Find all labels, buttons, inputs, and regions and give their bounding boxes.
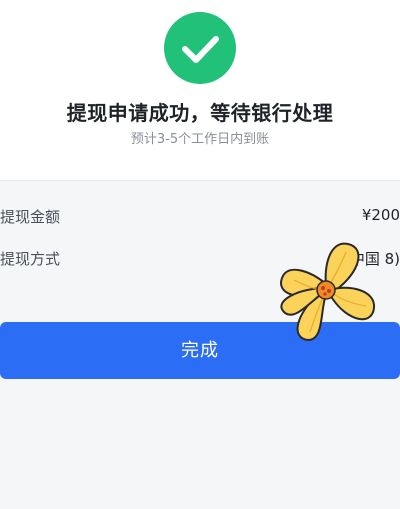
amount-value: ¥200	[361, 206, 400, 224]
success-title: 提现申请成功，等待银行处理	[66, 101, 334, 125]
detail-row-amount: 提现金额 ¥200	[0, 196, 400, 236]
flower-sticker-icon	[280, 242, 376, 341]
method-label: 提现方式	[0, 250, 61, 268]
check-circle-icon	[164, 12, 236, 84]
arrival-estimate: 预计3-5个工作日内到账	[130, 132, 270, 147]
amount-label: 提现金额	[0, 208, 61, 226]
section-divider	[0, 180, 400, 181]
status-panel: 提现申请成功，等待银行处理 预计3-5个工作日内到账	[0, 0, 400, 180]
